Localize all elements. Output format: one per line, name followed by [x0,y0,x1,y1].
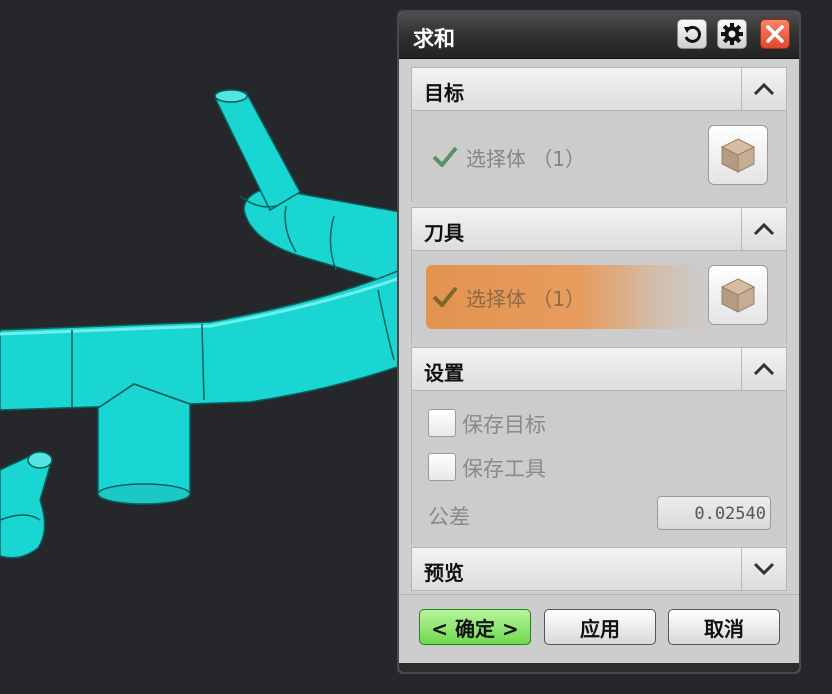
section-label-target: 目标 [424,81,464,105]
section-header-target[interactable]: 目标 [411,67,787,111]
dialog-body: 目标 选择体 （1） 刀具 选择体 （1） 设置 保存目标 保存工具 公差 0.… [411,64,787,591]
section-label-settings: 设置 [424,361,464,385]
select-tool-body-label: 选择体 （1） [466,287,586,311]
section-header-tool[interactable]: 刀具 [411,207,787,251]
section-label-tool: 刀具 [424,221,464,245]
section-header-settings[interactable]: 设置 [411,347,787,391]
tolerance-input[interactable]: 0.02540 [657,496,771,530]
keep-target-checkbox[interactable] [428,409,456,437]
section-body-tool: 选择体 （1） [411,251,787,343]
dialog-title: 求和 [413,27,455,51]
ok-button[interactable]: < 确定 > [419,609,531,645]
section-body-settings: 保存目标 保存工具 公差 0.02540 [411,391,787,545]
keep-tool-checkbox[interactable] [428,453,456,481]
dialog-titlebar[interactable]: 求和 [399,12,799,59]
check-icon [432,286,458,307]
gear-icon [721,23,743,45]
chevron-up-icon [753,82,775,96]
collapse-settings-toggle[interactable] [741,348,786,390]
section-label-preview: 预览 [424,561,464,585]
apply-button[interactable]: 应用 [544,609,656,645]
select-target-body-label: 选择体 （1） [466,147,586,171]
check-icon [432,146,458,167]
solid-body-icon [720,138,756,173]
solid-body-icon [720,278,756,313]
section-header-preview[interactable]: 预览 [411,547,787,591]
dialog-bottom-bar [399,663,799,672]
dialog-footer: < 确定 > 应用 取消 [399,594,799,672]
tolerance-label: 公差 [428,505,470,529]
keep-tool-label: 保存工具 [462,457,546,481]
select-target-body-row[interactable]: 选择体 （1） [426,125,708,189]
select-tool-body-button[interactable] [708,265,768,325]
cancel-button[interactable]: 取消 [668,609,780,645]
expand-preview-toggle[interactable] [741,548,786,590]
chevron-down-icon [753,562,775,576]
unite-dialog: 求和 目标 选择体 （1） 刀具 选择体 （1） 设置 保存目标 保存工具 公差… [397,10,801,674]
section-body-target: 选择体 （1） [411,111,787,203]
collapse-tool-toggle[interactable] [741,208,786,250]
reset-icon [684,25,701,43]
keep-target-label: 保存目标 [462,413,546,437]
chevron-up-icon [753,362,775,376]
select-target-body-button[interactable] [708,125,768,185]
collapse-target-toggle[interactable] [741,68,786,110]
close-icon [766,25,784,43]
chevron-up-icon [753,222,775,236]
settings-button[interactable] [717,19,747,49]
close-button[interactable] [760,19,790,49]
reset-button[interactable] [677,19,707,49]
select-tool-body-row[interactable]: 选择体 （1） [426,265,708,329]
